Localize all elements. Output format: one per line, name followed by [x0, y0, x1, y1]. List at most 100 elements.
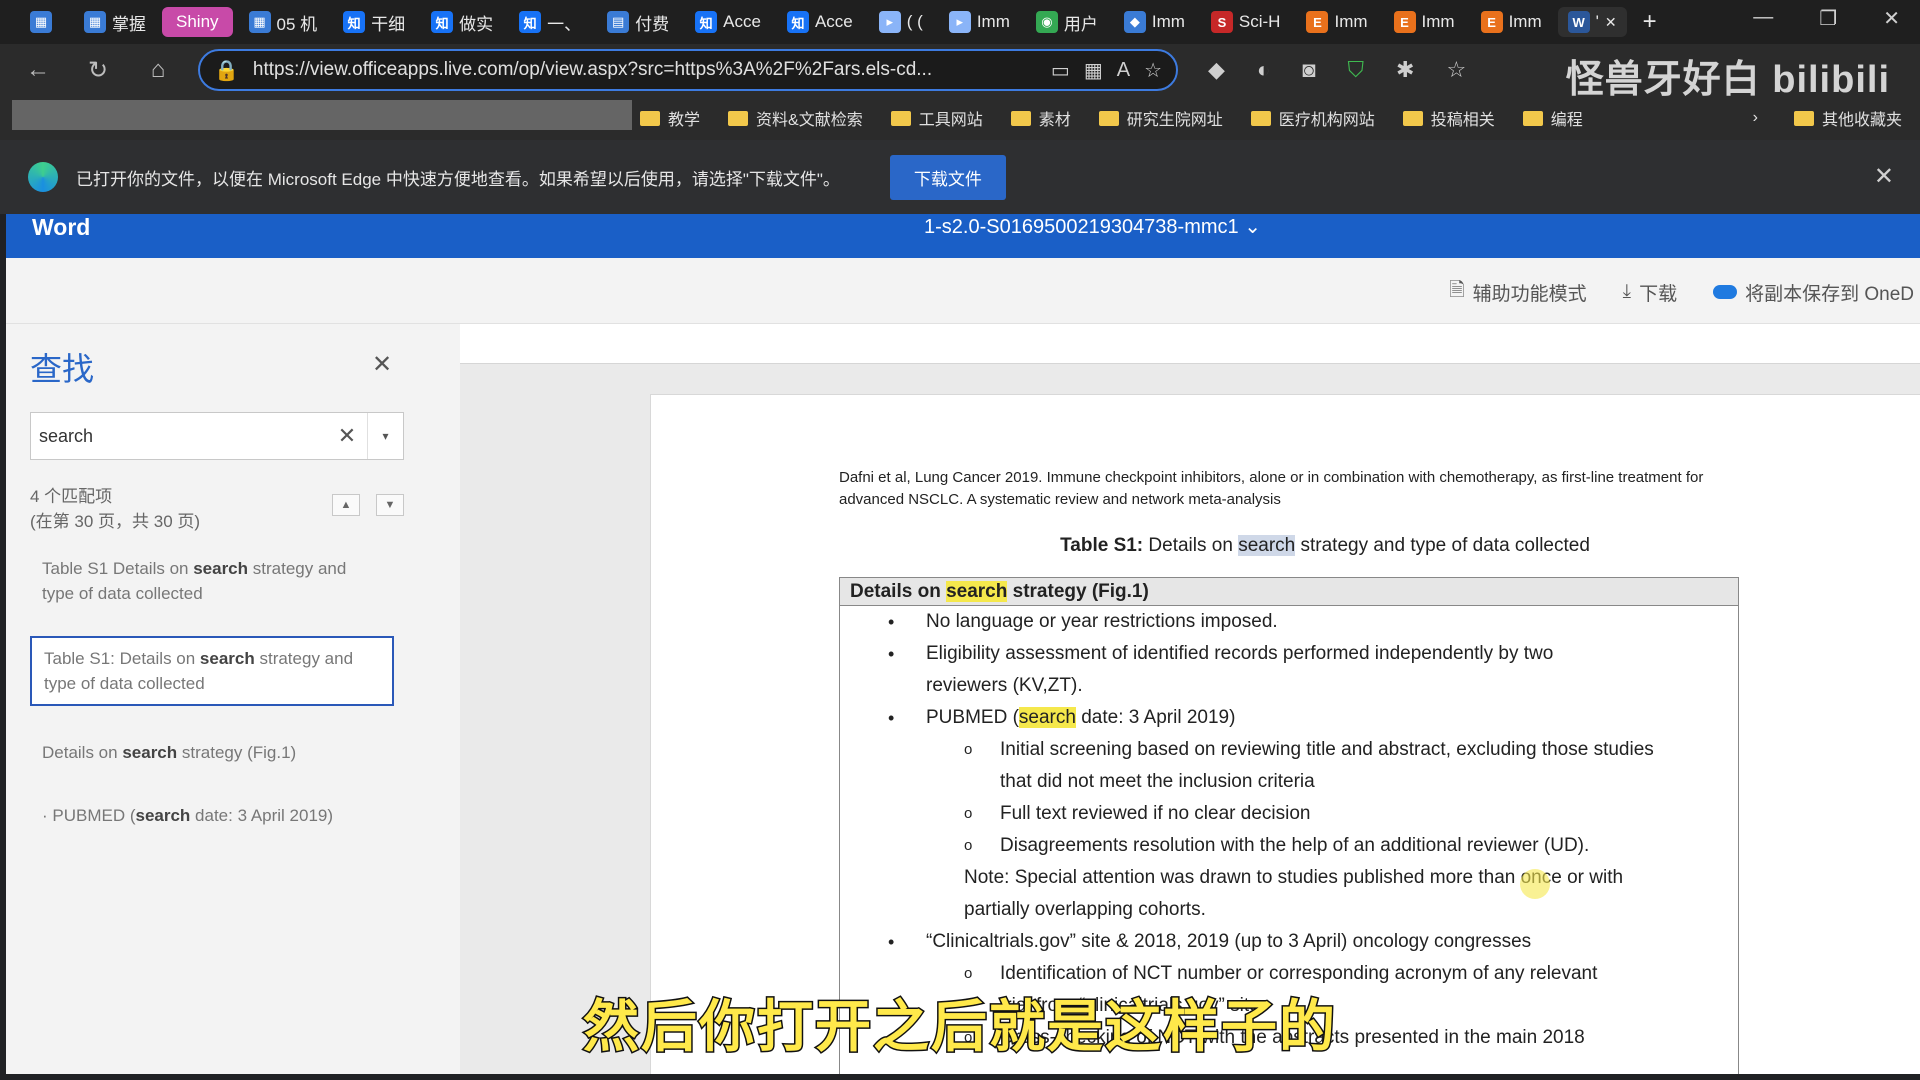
lock-icon[interactable]: 🔒: [214, 58, 239, 83]
accessibility-mode-button[interactable]: 🗎 辅助功能模式: [1449, 276, 1586, 308]
browser-tab[interactable]: 知做实: [421, 7, 503, 37]
new-tab-icon[interactable]: +: [1633, 7, 1667, 37]
close-tab-icon[interactable]: ✕: [1605, 14, 1617, 31]
download-file-button[interactable]: 下载文件: [889, 154, 1006, 200]
browser-tab[interactable]: ▸ Imm: [939, 7, 1020, 37]
elsevier-icon: E: [1393, 11, 1416, 33]
tab-label: 掌握: [112, 14, 146, 34]
browser-tab[interactable]: W ' ✕: [1557, 7, 1627, 37]
find-result[interactable]: · PUBMED (search date: 3 April 2019): [30, 795, 394, 836]
bookmark-folder[interactable]: 资料&文献检索: [728, 106, 863, 130]
next-match-icon[interactable]: ▼: [376, 494, 404, 516]
edge-logo-icon: [28, 162, 58, 192]
ribbon: 🗎 辅助功能模式 ⤓ 下载 将副本保存到 OneD: [6, 258, 1920, 324]
bookmark-folder[interactable]: 素材: [1010, 106, 1071, 130]
extension-icon[interactable]: ◙: [1302, 57, 1315, 83]
calendar-icon: ▦: [84, 11, 106, 33]
extension-icon[interactable]: ◐: [1257, 57, 1270, 83]
tab-label: 付费: [635, 14, 670, 34]
favorite-star-icon[interactable]: ☆: [1144, 58, 1162, 83]
list-item-text: date: 3 April 2019): [1075, 707, 1236, 728]
browser-tab[interactable]: ▦: [20, 7, 68, 37]
document-name[interactable]: 1-s2.0-S0169500219304738-mmc1 ⌄: [924, 214, 1261, 239]
address-bar[interactable]: 🔒 https://view.officeapps.live.com/op/vi…: [198, 49, 1178, 91]
browser-tab[interactable]: E Imm: [1471, 7, 1552, 37]
list-item: “Clinicaltrials.gov” site & 2018, 2019 (…: [840, 926, 1738, 958]
note-text: Note: Special attention was drawn to stu…: [840, 862, 1738, 926]
result-text: Table S1 Details on: [42, 559, 194, 578]
back-icon[interactable]: ←: [18, 50, 58, 90]
refresh-icon[interactable]: ↻: [78, 50, 118, 90]
document-area[interactable]: Dafni et al, Lung Cancer 2019. Immune ch…: [460, 324, 1920, 1074]
search-highlight: search: [1238, 535, 1296, 556]
close-icon[interactable]: ✕: [372, 350, 392, 379]
find-result[interactable]: Details on search strategy (Fig.1): [30, 732, 394, 773]
browser-tab[interactable]: Shiny: [162, 7, 233, 37]
accessibility-icon: 🗎: [1449, 280, 1465, 301]
elsevier-icon: E: [1306, 11, 1329, 33]
download-icon: ⤓: [1622, 281, 1632, 302]
download-button[interactable]: ⤓ 下载: [1623, 276, 1677, 308]
calendar-icon: ▦: [30, 11, 52, 33]
url-text[interactable]: https://view.officeapps.live.com/op/view…: [253, 59, 1037, 81]
save-to-onedrive-button[interactable]: 将副本保存到 OneD: [1713, 276, 1914, 308]
close-window-icon[interactable]: ✕: [1883, 6, 1900, 31]
bookmark-folder[interactable]: 编程: [1522, 106, 1583, 130]
minimize-icon[interactable]: —: [1753, 6, 1773, 31]
bookmark-folder[interactable]: 教学: [640, 106, 700, 130]
grid-icon[interactable]: ▦: [1084, 58, 1103, 83]
shield-icon[interactable]: ⛉: [1348, 57, 1365, 83]
find-result-selected[interactable]: Table S1: Details on search strategy and…: [30, 636, 394, 706]
other-bookmarks-label: 其他收藏夹: [1821, 112, 1902, 129]
bookmark-folder[interactable]: 投稿相关: [1402, 106, 1495, 130]
result-match: search: [199, 649, 255, 668]
favorites-icon[interactable]: ☆: [1446, 57, 1466, 83]
bookmark-folder[interactable]: 医疗机构网站: [1250, 106, 1375, 130]
browser-tab[interactable]: ◉ 用户: [1026, 7, 1108, 37]
clear-icon[interactable]: ✕: [327, 423, 367, 449]
browser-tab[interactable]: E Imm: [1296, 7, 1377, 37]
tab-label: Acce: [723, 12, 761, 31]
bookmark-folder[interactable]: 工具网站: [890, 106, 983, 130]
other-bookmarks[interactable]: 其他收藏夹: [1793, 106, 1902, 130]
browser-tab[interactable]: 知 Acce: [777, 7, 863, 37]
tab-label: Shiny: [176, 12, 219, 31]
doc-icon: ▤: [607, 11, 630, 33]
app-available-icon[interactable]: ▭: [1051, 58, 1070, 83]
previous-match-icon[interactable]: ▲: [332, 494, 360, 516]
browser-tab[interactable]: E Imm: [1384, 7, 1465, 37]
extension-icon[interactable]: ◆: [1208, 57, 1225, 83]
read-aloud-icon[interactable]: A: [1117, 59, 1130, 82]
close-icon[interactable]: ✕: [1874, 162, 1894, 191]
browser-tab[interactable]: 知一、: [509, 7, 591, 37]
find-input[interactable]: [39, 425, 327, 447]
mouse-cursor-highlight: [1520, 869, 1550, 899]
folder-icon: [1522, 110, 1543, 126]
folder-icon: [1010, 110, 1031, 126]
home-icon[interactable]: ⌂: [138, 50, 178, 90]
browser-tab[interactable]: S Sci-H: [1201, 7, 1291, 37]
restore-icon[interactable]: ❐: [1819, 6, 1837, 31]
app-name[interactable]: Word: [32, 214, 90, 241]
browser-tab[interactable]: 知 Acce: [685, 7, 771, 37]
browser-tab[interactable]: ▦ 掌握: [74, 7, 156, 37]
browser-tab[interactable]: ◆ Imm: [1114, 7, 1195, 37]
bookmark-folder[interactable]: 研究生院网址: [1098, 106, 1223, 130]
chevron-right-icon[interactable]: ›: [1753, 109, 1758, 127]
browser-tab[interactable]: ▤ 付费: [597, 7, 679, 37]
result-match: search: [193, 559, 249, 578]
result-text: Details on: [42, 743, 123, 762]
sub-list-item: Full text reviewed if no clear decision: [840, 798, 1738, 830]
zhihu-icon: 知: [431, 11, 454, 33]
chrome-icon: ◉: [1035, 11, 1058, 33]
puzzle-icon[interactable]: ✱: [1396, 57, 1414, 83]
dropdown-icon[interactable]: ▾: [367, 413, 403, 459]
find-search-box[interactable]: ✕ ▾: [30, 412, 404, 460]
tab-label: ( (: [906, 12, 923, 31]
bookmark-label: 编程: [1550, 112, 1583, 129]
browser-tab[interactable]: ▦ 05 机: [239, 7, 328, 37]
find-result[interactable]: Table S1 Details on search strategy and …: [30, 548, 394, 614]
bookmark-label: 投稿相关: [1430, 112, 1495, 129]
browser-tab[interactable]: ▸ ( (: [869, 7, 933, 37]
browser-tab[interactable]: 知干细: [333, 7, 415, 37]
